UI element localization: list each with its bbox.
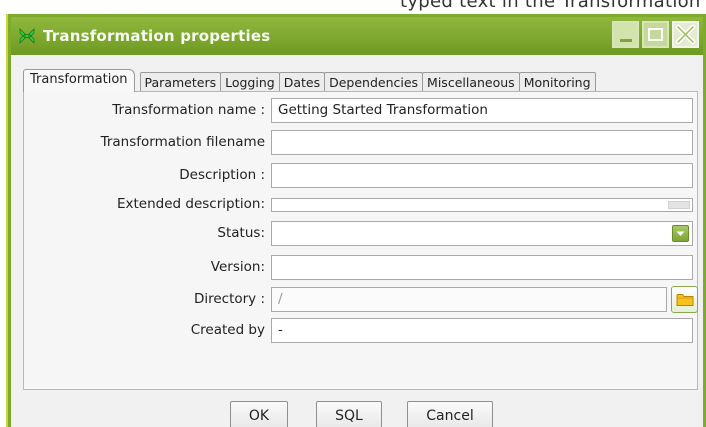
chevron-down-icon <box>676 231 685 236</box>
status-label: Status: <box>217 225 265 241</box>
maximize-button[interactable] <box>642 21 669 48</box>
window-title: Transformation properties <box>43 27 271 45</box>
window-controls <box>612 21 699 48</box>
ok-button[interactable]: OK <box>230 401 288 427</box>
description-label: Description : <box>179 167 265 183</box>
status-select[interactable] <box>271 221 693 246</box>
minimize-icon <box>619 39 632 42</box>
tab-dates[interactable]: Dates <box>278 72 326 92</box>
transformation-tab-panel: Transformation name : Getting Started Tr… <box>23 91 698 390</box>
background-text: typed text in the Transformation name fi… <box>400 0 706 12</box>
minimize-button[interactable] <box>612 21 639 48</box>
tab-logging[interactable]: Logging <box>220 72 280 92</box>
cancel-button[interactable]: Cancel <box>407 401 493 427</box>
sql-button[interactable]: SQL <box>316 401 382 427</box>
transformation-filename-input[interactable] <box>271 130 693 155</box>
textarea-scrollbar[interactable] <box>668 201 690 209</box>
transformation-properties-dialog: Transformation properties Transformation… <box>6 14 706 427</box>
browse-directory-button[interactable] <box>671 286 698 313</box>
close-icon <box>675 24 696 45</box>
transformation-filename-label: Transformation filename <box>100 134 265 150</box>
description-input[interactable] <box>271 163 693 188</box>
background-document: typed text in the Transformation name fi… <box>0 0 706 14</box>
title-bar[interactable]: Transformation properties <box>11 17 703 55</box>
maximize-icon <box>648 28 663 41</box>
close-button[interactable] <box>672 21 699 48</box>
version-input[interactable] <box>271 255 693 280</box>
created-by-label: Created by <box>190 322 265 338</box>
created-by-input[interactable]: - <box>271 318 693 343</box>
tab-transformation[interactable]: Transformation <box>23 69 135 92</box>
tab-miscellaneous[interactable]: Miscellaneous <box>422 72 520 92</box>
tab-monitoring[interactable]: Monitoring <box>518 72 596 92</box>
folder-icon <box>676 294 693 306</box>
tab-bar: Transformation Parameters Logging Dates … <box>23 68 596 92</box>
directory-input[interactable]: / <box>271 287 667 312</box>
version-label: Version: <box>210 259 265 275</box>
tab-parameters[interactable]: Parameters <box>139 72 222 92</box>
dropdown-arrow-button[interactable] <box>672 225 689 242</box>
transformation-name-label: Transformation name : <box>112 102 265 118</box>
transformation-name-input[interactable]: Getting Started Transformation <box>271 98 693 123</box>
transformation-icon <box>17 26 37 46</box>
directory-label: Directory : <box>193 291 265 307</box>
extended-description-label: Extended description: <box>116 196 265 212</box>
tab-dependencies[interactable]: Dependencies <box>324 72 424 92</box>
extended-description-textarea[interactable] <box>271 198 693 212</box>
dialog-client-area: Transformation Parameters Logging Dates … <box>11 55 703 427</box>
